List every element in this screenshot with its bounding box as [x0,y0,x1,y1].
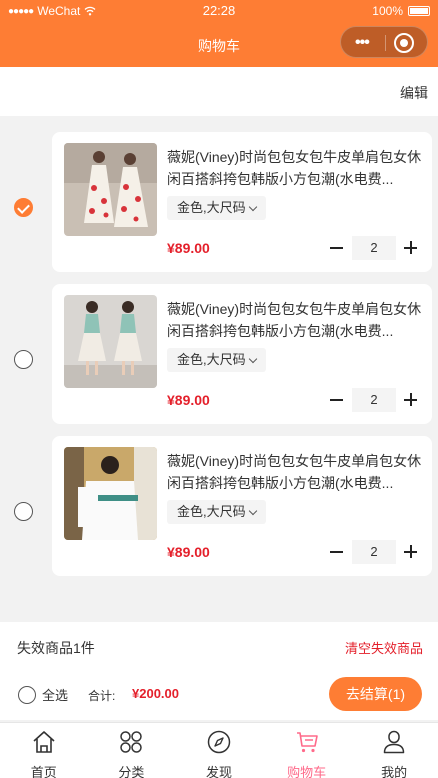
tab-label: 发现 [205,765,232,778]
cart-item: 薇妮(Viney)时尚包包女包牛皮单肩包女休闲百搭斜挎包韩版小方包潮(水电费..… [0,428,438,580]
quantity-stepper: 2 [326,540,422,564]
clear-invalid-button[interactable]: 清空失效商品 [345,638,423,657]
battery-icon [408,6,430,16]
quantity-stepper: 2 [326,388,422,412]
item-card[interactable]: 薇妮(Viney)时尚包包女包牛皮单肩包女休闲百搭斜挎包韩版小方包潮(水电费..… [52,284,432,424]
item-price: ¥89.00 [167,240,210,256]
tab-discover[interactable]: 发现 [175,723,263,778]
user-icon [383,730,405,754]
increase-button[interactable] [400,389,422,411]
tab-label: 购物车 [287,765,327,778]
capsule-divider [385,35,386,51]
total-label: 合计: [88,689,116,703]
invalid-items-label: 失效商品1件 [17,640,95,656]
tab-profile[interactable]: 我的 [350,723,438,778]
more-icon[interactable]: ••• [355,34,370,52]
product-title[interactable]: 薇妮(Viney)时尚包包女包牛皮单肩包女休闲百搭斜挎包韩版小方包潮(水电费..… [167,298,429,342]
cart-item: 薇妮(Viney)时尚包包女包牛皮单肩包女休闲百搭斜挎包韩版小方包潮(水电费..… [0,124,438,276]
decrease-button[interactable] [326,541,348,563]
edit-button[interactable]: 编辑 [400,83,428,103]
quantity-input[interactable]: 2 [352,540,396,564]
tab-category[interactable]: 分类 [88,723,176,778]
miniprogram-capsule: ••• [340,26,428,58]
item-card[interactable]: 薇妮(Viney)时尚包包女包牛皮单肩包女休闲百搭斜挎包韩版小方包潮(水电费..… [52,132,432,272]
product-image[interactable] [64,295,157,388]
spec-selector[interactable]: 金色,大尺码 [167,348,266,372]
compass-icon [207,730,231,754]
select-all-label: 全选 [42,688,69,703]
chevron-down-icon [248,202,257,211]
checkout-button[interactable]: 去结算(1) [329,677,422,711]
checkout-bar: 全选 合计: ¥200.00 去结算(1) [0,670,438,720]
product-image[interactable] [64,447,157,540]
chevron-down-icon [248,354,257,363]
chevron-down-icon [248,506,257,515]
cart-icon [296,732,318,753]
tab-label: 我的 [381,765,408,778]
battery-label: 100% [372,4,403,18]
product-title[interactable]: 薇妮(Viney)时尚包包女包牛皮单肩包女休闲百搭斜挎包韩版小方包潮(水电费..… [167,450,429,494]
tab-bar: 首页 分类 发现 购物车 我的 [0,722,438,778]
spec-selector[interactable]: 金色,大尺码 [167,500,266,524]
decrease-button[interactable] [326,237,348,259]
spec-label: 金色,大尺码 [177,200,246,215]
close-miniprogram-icon[interactable] [394,33,414,53]
decrease-button[interactable] [326,389,348,411]
item-checkbox[interactable] [14,350,33,369]
product-image[interactable] [64,143,157,236]
quantity-input[interactable]: 2 [352,388,396,412]
nav-bar: 购物车 ••• [0,22,438,67]
sweater-photo-icon [64,447,157,540]
spec-label: 金色,大尺码 [177,352,246,367]
item-card[interactable]: 薇妮(Viney)时尚包包女包牛皮单肩包女休闲百搭斜挎包韩版小方包潮(水电费..… [52,436,432,576]
dress-photo-icon [64,143,157,236]
edit-bar: 编辑 [0,67,438,116]
increase-button[interactable] [400,541,422,563]
tab-cart[interactable]: 购物车 [263,723,351,778]
product-title[interactable]: 薇妮(Viney)时尚包包女包牛皮单肩包女休闲百搭斜挎包韩版小方包潮(水电费..… [167,146,429,190]
item-price: ¥89.00 [167,544,210,560]
tab-label: 分类 [118,765,145,778]
item-price: ¥89.00 [167,392,210,408]
status-bar: ●●●●● WeChat 22:28 100% [0,0,438,22]
quantity-input[interactable]: 2 [352,236,396,260]
select-all-toggle[interactable]: 全选 [18,685,68,704]
increase-button[interactable] [400,237,422,259]
category-icon [120,731,143,753]
total-amount: ¥200.00 [132,686,179,701]
item-checkbox[interactable] [14,502,33,521]
invalid-items-bar: 失效商品1件 清空失效商品 [0,622,438,670]
home-icon [33,731,55,753]
cart-item: 薇妮(Viney)时尚包包女包牛皮单肩包女休闲百搭斜挎包韩版小方包潮(水电费..… [0,276,438,428]
quantity-stepper: 2 [326,236,422,260]
skirt-photo-icon [64,295,157,388]
spec-label: 金色,大尺码 [177,504,246,519]
spec-selector[interactable]: 金色,大尺码 [167,196,266,220]
tab-label: 首页 [30,765,57,778]
select-all-checkbox[interactable] [18,685,36,704]
item-checkbox[interactable] [14,198,33,217]
tab-home[interactable]: 首页 [0,723,88,778]
